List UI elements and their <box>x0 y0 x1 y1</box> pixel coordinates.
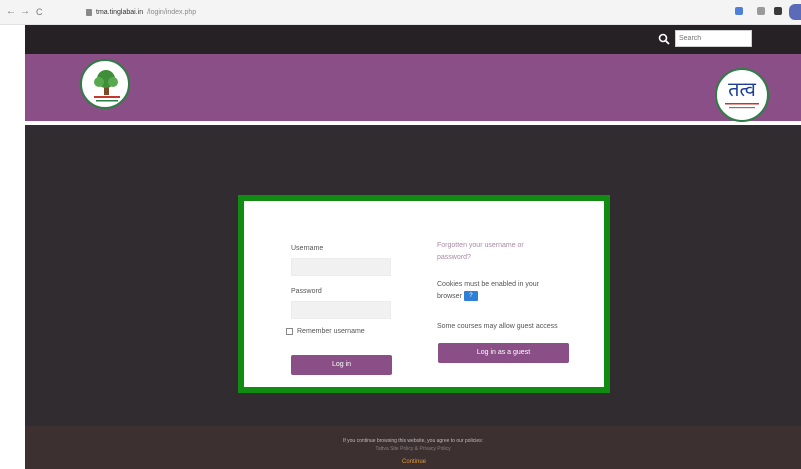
password-label: Password <box>291 288 322 295</box>
search-input[interactable] <box>675 30 752 47</box>
site-banner <box>25 54 801 121</box>
username-label: Username <box>291 245 324 252</box>
search-icon[interactable] <box>658 33 670 45</box>
policy-notice: If you continue browsing this website, y… <box>342 438 484 444</box>
login-panel: Username Password Remember username Log … <box>244 201 604 387</box>
login-button[interactable]: Log in <box>291 355 392 375</box>
url-path: /login/index.php <box>147 8 197 16</box>
forgot-password-link[interactable]: Forgotten your username or password? <box>437 240 557 264</box>
cookies-text: Cookies must be enabled in your browser <box>437 281 539 300</box>
profile-avatar[interactable] <box>789 4 801 20</box>
cookie-policy-footer: If you continue browsing this website, y… <box>25 426 801 469</box>
remember-label: Remember username <box>297 328 365 335</box>
help-icon[interactable]: ? <box>463 291 478 302</box>
banner-divider <box>25 121 801 125</box>
site-page: तत्व Username Password Remember username… <box>25 25 801 469</box>
password-input[interactable] <box>291 301 391 319</box>
remember-checkbox[interactable] <box>286 328 293 335</box>
remember-username[interactable]: Remember username <box>286 327 365 336</box>
username-input[interactable] <box>291 258 391 276</box>
browser-toolbar: ← → C tma.tinglabai.in/login/index.php <box>0 0 801 25</box>
bookmark-icon[interactable] <box>774 7 782 15</box>
guest-login-button[interactable]: Log in as a guest <box>438 343 569 363</box>
extension-icon[interactable] <box>735 7 743 15</box>
address-bar[interactable]: tma.tinglabai.in/login/index.php <box>86 5 196 19</box>
cookies-notice: Cookies must be enabled in your browser … <box>437 279 562 303</box>
site-logo-left[interactable] <box>80 59 130 109</box>
url-host: tma.tinglabai.in <box>96 8 144 16</box>
reload-icon[interactable]: C <box>36 6 43 18</box>
site-topbar <box>25 25 801 54</box>
policy-link[interactable]: Tattva Site Policy & Privacy Policy <box>25 446 801 453</box>
continue-link[interactable]: Continue <box>402 458 426 466</box>
forward-icon[interactable]: → <box>20 6 30 18</box>
back-icon[interactable]: ← <box>6 6 16 18</box>
guest-access-text: Some courses may allow guest access <box>437 323 558 330</box>
lock-icon <box>86 8 92 16</box>
tattva-logo[interactable]: तत्व <box>715 68 769 122</box>
logo-subtext-icon <box>725 103 759 109</box>
extensions-puzzle-icon[interactable] <box>757 7 765 15</box>
tattva-logo-text: तत्व <box>728 77 756 101</box>
